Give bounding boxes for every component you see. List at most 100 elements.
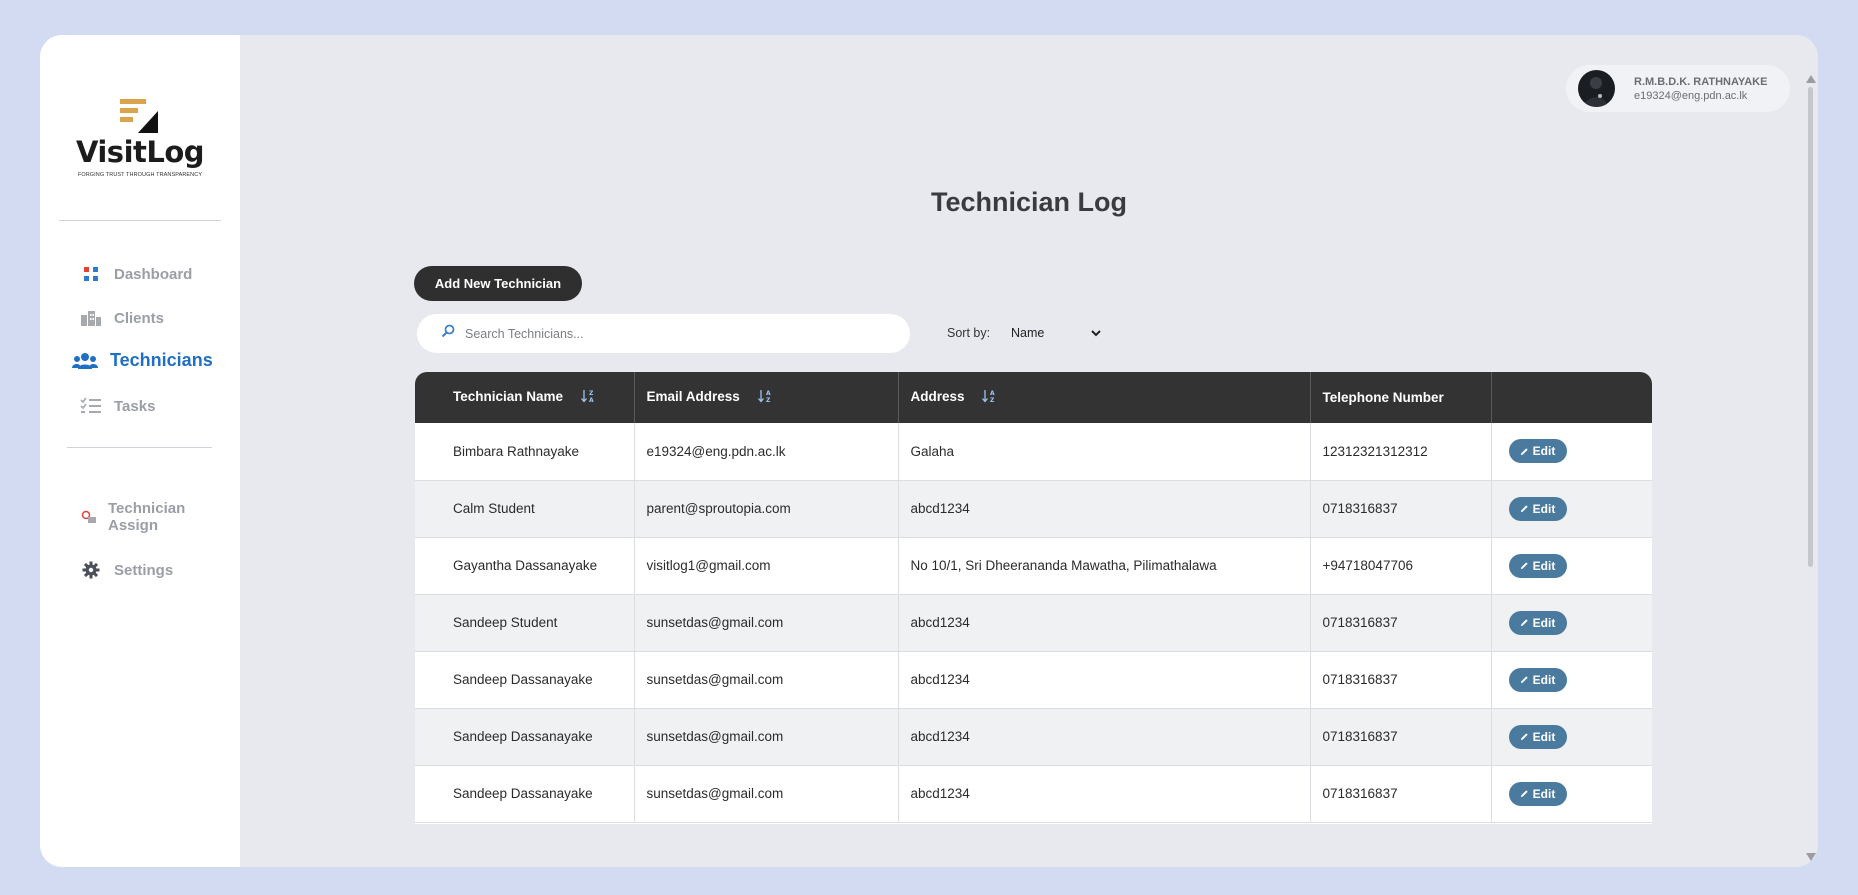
edit-button[interactable]: Edit	[1508, 553, 1567, 578]
cell-email: parent@sproutopia.com	[634, 480, 899, 537]
pencil-icon	[1520, 448, 1528, 455]
sort-select[interactable]: Name	[1004, 322, 1104, 344]
sidebar-item-tasks[interactable]: Tasks	[80, 396, 155, 416]
cell-telephone: 0718316837	[1310, 765, 1492, 822]
svg-text:Z: Z	[990, 397, 995, 403]
cell-actions: Edit	[1491, 423, 1652, 480]
page-scrollbar[interactable]	[1804, 75, 1818, 861]
cell-address: abcd1234	[898, 480, 1311, 537]
sort-label: Sort by:	[947, 326, 991, 340]
table-row: Sandeep Dassanayake sunsetdas@gmail.com ab…	[415, 765, 1652, 822]
cell-name: Gayantha Dassanayake	[415, 537, 635, 594]
table-row: Bimbara Rathnayake e19324@eng.pdn.ac.lk Ga…	[415, 423, 1652, 480]
sort-alpha-icon[interactable]: A Z	[757, 389, 772, 406]
cell-actions: Edit	[1491, 765, 1652, 822]
column-header-label: Telephone Number	[1322, 390, 1444, 405]
column-header-address: Address A Z	[898, 372, 1311, 423]
edit-button[interactable]: Edit	[1508, 781, 1567, 806]
svg-text:A: A	[766, 390, 771, 397]
technicians-table: Technician Name Z A Email Address A Z Ad…	[415, 372, 1652, 824]
sidebar-item-settings[interactable]: Settings	[80, 560, 173, 580]
sort-alpha-icon[interactable]: A Z	[982, 389, 996, 406]
sidebar-divider	[67, 447, 212, 448]
edit-label: Edit	[1532, 558, 1556, 573]
edit-button[interactable]: Edit	[1508, 439, 1567, 464]
svg-text:Z: Z	[766, 397, 771, 403]
cell-name: Sandeep Dassanayake	[415, 651, 635, 708]
cell-address: abcd1234	[898, 594, 1311, 651]
assign-icon	[80, 507, 98, 527]
svg-text:Z: Z	[589, 390, 594, 397]
checklist-icon	[80, 396, 102, 416]
column-header-email: Email Address A Z	[634, 372, 899, 423]
brand-logo[interactable]: VisitLog FORGING TRUST THROUGH TRANSPARE…	[67, 83, 213, 189]
cell-actions: Edit	[1491, 537, 1652, 594]
edit-button[interactable]: Edit	[1508, 667, 1567, 692]
cell-email: visitlog1@gmail.com	[634, 537, 899, 594]
pencil-icon	[1520, 505, 1528, 513]
edit-button[interactable]: Edit	[1508, 610, 1567, 635]
scroll-thumb[interactable]	[1808, 87, 1813, 567]
sort-alpha-icon[interactable]: Z A	[580, 389, 595, 406]
page-title: Technician Log	[930, 187, 1127, 217]
edit-label: Edit	[1532, 729, 1556, 744]
svg-text:A: A	[990, 390, 995, 397]
table-row: Sandeep Dassanayake sunsetdas@gmail.com ab…	[415, 651, 1652, 708]
cell-actions: Edit	[1491, 480, 1652, 537]
cell-telephone: 0718316837	[1310, 480, 1492, 537]
avatar	[1578, 70, 1615, 107]
scroll-up-arrow-icon[interactable]	[1806, 75, 1816, 83]
table-row: Gayantha Dassanayake visitlog1@gmail.com N…	[415, 537, 1652, 594]
user-email: e19324@eng.pdn.ac.lk	[1634, 89, 1748, 102]
cell-email: sunsetdas@gmail.com	[634, 708, 899, 765]
sidebar-divider	[59, 220, 221, 221]
cell-email: sunsetdas@gmail.com	[634, 594, 899, 651]
column-header-label: Technician Name	[453, 389, 564, 405]
cell-telephone: 0718316837	[1310, 651, 1492, 708]
sidebar-item-technicians[interactable]: Technicians	[72, 350, 213, 371]
main-content: R.M.B.D.K. RATHNAYAKE e19324@eng.pdn.ac.…	[240, 35, 1818, 867]
search-icon	[441, 324, 455, 343]
cell-actions: Edit	[1491, 651, 1652, 708]
cell-address: abcd1234	[898, 651, 1311, 708]
cell-name: Bimbara Rathnayake	[415, 423, 635, 480]
user-name: R.M.B.D.K. RATHNAYAKE	[1634, 75, 1768, 88]
column-header-actions	[1491, 372, 1652, 423]
cell-name: Sandeep Student	[415, 594, 635, 651]
pencil-icon	[1520, 562, 1528, 570]
pencil-icon	[1520, 619, 1528, 627]
sidebar-item-technician-assign[interactable]: Technician Assign	[80, 500, 196, 534]
svg-text:A: A	[589, 397, 594, 403]
table-body: Bimbara Rathnayake e19324@eng.pdn.ac.lk Ga…	[415, 423, 1652, 822]
pencil-icon	[1520, 790, 1528, 798]
cell-name: Calm Student	[415, 480, 635, 537]
scroll-down-arrow-icon[interactable]	[1806, 853, 1816, 861]
column-header-label: Address	[910, 389, 965, 405]
cell-address: Galaha	[898, 423, 1311, 480]
edit-label: Edit	[1532, 615, 1556, 630]
cell-address: abcd1234	[898, 765, 1311, 822]
gear-icon	[80, 560, 102, 580]
cell-actions: Edit	[1491, 594, 1652, 651]
search-input[interactable]	[465, 326, 885, 341]
pencil-icon	[1520, 733, 1528, 741]
cell-email: sunsetdas@gmail.com	[634, 651, 899, 708]
sidebar-item-label: Technicians	[110, 350, 213, 370]
cell-telephone: 12312321312312	[1310, 423, 1492, 480]
table-header-row: Technician Name Z A Email Address A Z Ad…	[415, 372, 1652, 423]
pencil-icon	[1520, 676, 1528, 684]
logo-mark-icon	[120, 99, 158, 133]
dashboard-icon	[80, 264, 102, 284]
user-profile-chip[interactable]: R.M.B.D.K. RATHNAYAKE e19324@eng.pdn.ac.…	[1566, 65, 1790, 112]
table-row: Sandeep Dassanayake sunsetdas@gmail.com ab…	[415, 708, 1652, 765]
edit-button[interactable]: Edit	[1508, 724, 1567, 749]
cell-address: No 10/1, Sri Dheerananda Mawatha, Pilima…	[898, 537, 1311, 594]
sidebar-item-dashboard[interactable]: Dashboard	[80, 264, 192, 284]
building-icon	[80, 308, 102, 328]
sidebar-item-label: Settings	[114, 561, 174, 579]
edit-button[interactable]: Edit	[1508, 496, 1567, 521]
column-header-telephone: Telephone Number	[1310, 372, 1492, 423]
add-technician-button[interactable]: Add New Technician	[414, 266, 582, 301]
brand-tagline: FORGING TRUST THROUGH TRANSPARENCY	[77, 172, 203, 178]
sidebar-item-clients[interactable]: Clients	[80, 308, 164, 328]
